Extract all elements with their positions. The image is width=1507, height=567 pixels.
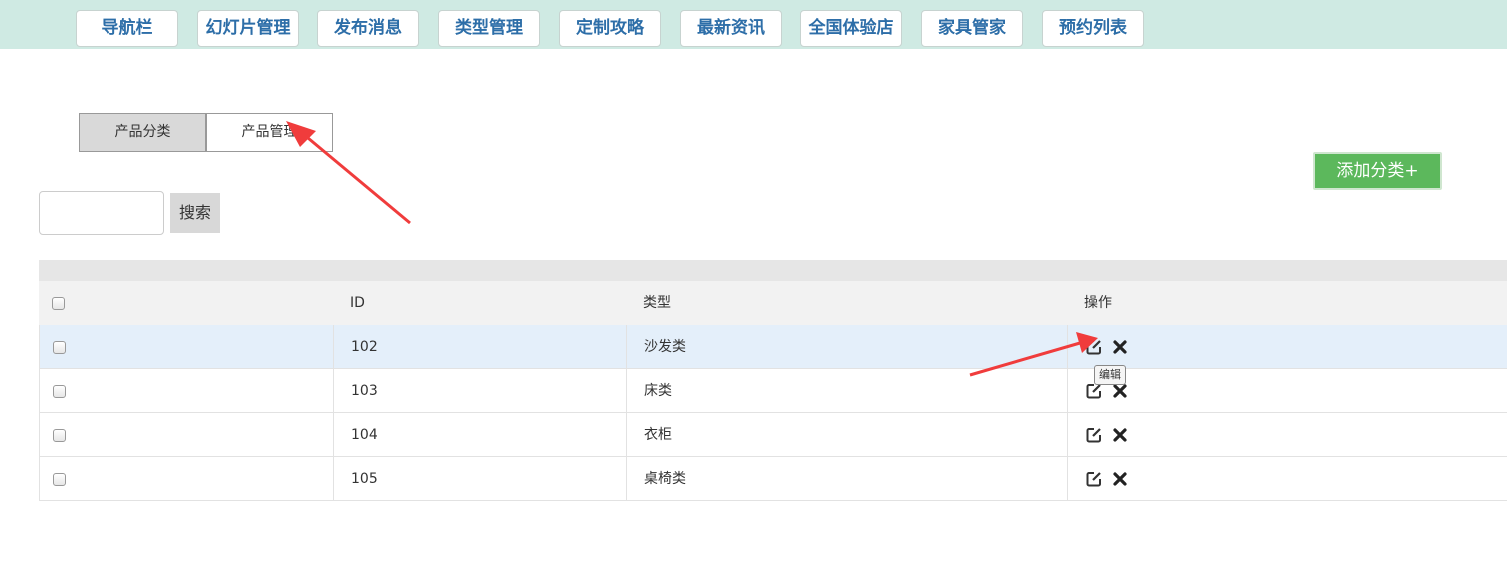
select-all-checkbox[interactable]: [52, 297, 65, 310]
edit-icon[interactable]: [1085, 470, 1103, 488]
edit-icon[interactable]: [1085, 426, 1103, 444]
column-header-type: 类型: [643, 295, 671, 311]
top-nav-bar: 导航栏 幻灯片管理 发布消息 类型管理 定制攻略 最新资讯 全国体验店 家具管家…: [0, 0, 1507, 49]
row-id: 104: [351, 427, 378, 443]
search-input[interactable]: [39, 191, 164, 235]
nav-button-booking-list[interactable]: 预约列表: [1042, 10, 1144, 47]
row-type: 衣柜: [644, 427, 672, 443]
column-divider: [1067, 369, 1068, 413]
row-checkbox[interactable]: [53, 473, 66, 486]
nav-button-type-manage[interactable]: 类型管理: [438, 10, 540, 47]
edit-icon[interactable]: [1085, 338, 1103, 356]
tab-product-manage[interactable]: 产品管理: [206, 113, 333, 152]
table-header: ID 类型 操作: [39, 281, 1507, 325]
delete-icon[interactable]: [1111, 426, 1129, 444]
delete-icon[interactable]: [1111, 470, 1129, 488]
row-id: 105: [351, 471, 378, 487]
delete-icon[interactable]: [1111, 338, 1129, 356]
edit-tooltip: 编辑: [1094, 365, 1126, 385]
table-row: 103 床类: [39, 369, 1507, 413]
table-row: 105 桌椅类: [39, 457, 1507, 501]
column-divider: [626, 369, 627, 413]
row-id: 103: [351, 383, 378, 399]
table-row: 102 沙发类: [39, 325, 1507, 369]
column-header-id: ID: [350, 295, 365, 311]
column-divider: [333, 369, 334, 413]
column-divider: [626, 325, 627, 369]
row-checkbox[interactable]: [53, 385, 66, 398]
add-category-button[interactable]: 添加分类+: [1313, 152, 1442, 190]
row-type: 床类: [644, 383, 672, 399]
nav-button-publish[interactable]: 发布消息: [317, 10, 419, 47]
row-type: 桌椅类: [644, 471, 686, 487]
row-id: 102: [351, 339, 378, 355]
column-divider: [1067, 413, 1068, 457]
column-divider: [333, 325, 334, 369]
nav-button-custom-guide[interactable]: 定制攻略: [559, 10, 661, 47]
column-divider: [626, 413, 627, 457]
nav-button-stores[interactable]: 全国体验店: [800, 10, 902, 47]
column-divider: [333, 457, 334, 501]
column-divider: [1067, 325, 1068, 369]
row-checkbox[interactable]: [53, 429, 66, 442]
table-toolbar-strip: [39, 260, 1507, 281]
table-row: 104 衣柜: [39, 413, 1507, 457]
column-divider: [1067, 457, 1068, 501]
nav-button-slideshow[interactable]: 幻灯片管理: [197, 10, 299, 47]
search-button[interactable]: 搜索: [170, 193, 220, 233]
row-checkbox[interactable]: [53, 341, 66, 354]
nav-button-navbar[interactable]: 导航栏: [76, 10, 178, 47]
tab-product-category[interactable]: 产品分类: [79, 113, 206, 152]
row-type: 沙发类: [644, 339, 686, 355]
nav-button-news[interactable]: 最新资讯: [680, 10, 782, 47]
column-header-actions: 操作: [1084, 295, 1112, 311]
column-divider: [333, 413, 334, 457]
column-divider: [626, 457, 627, 501]
nav-button-butler[interactable]: 家具管家: [921, 10, 1023, 47]
